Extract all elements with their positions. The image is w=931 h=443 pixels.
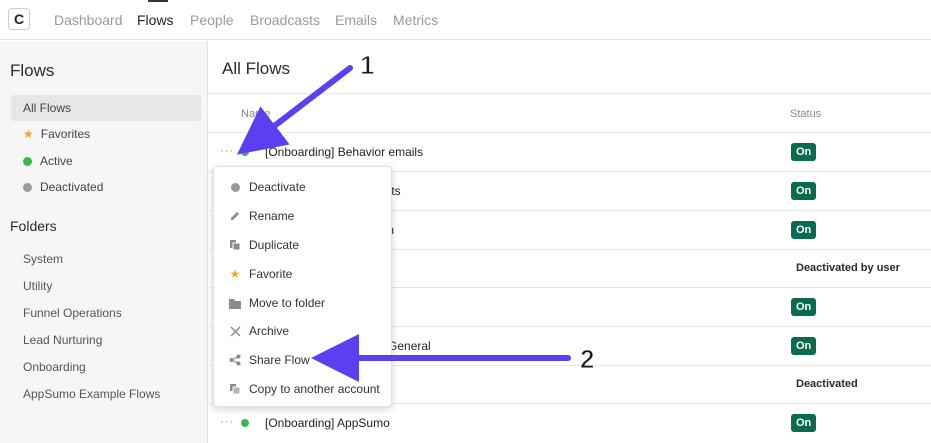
annotation-number-2: 2	[579, 344, 595, 375]
arrow-to-more-icon	[236, 65, 353, 155]
annotation-number-1: 1	[359, 50, 375, 81]
annotation-arrows	[236, 65, 571, 382]
